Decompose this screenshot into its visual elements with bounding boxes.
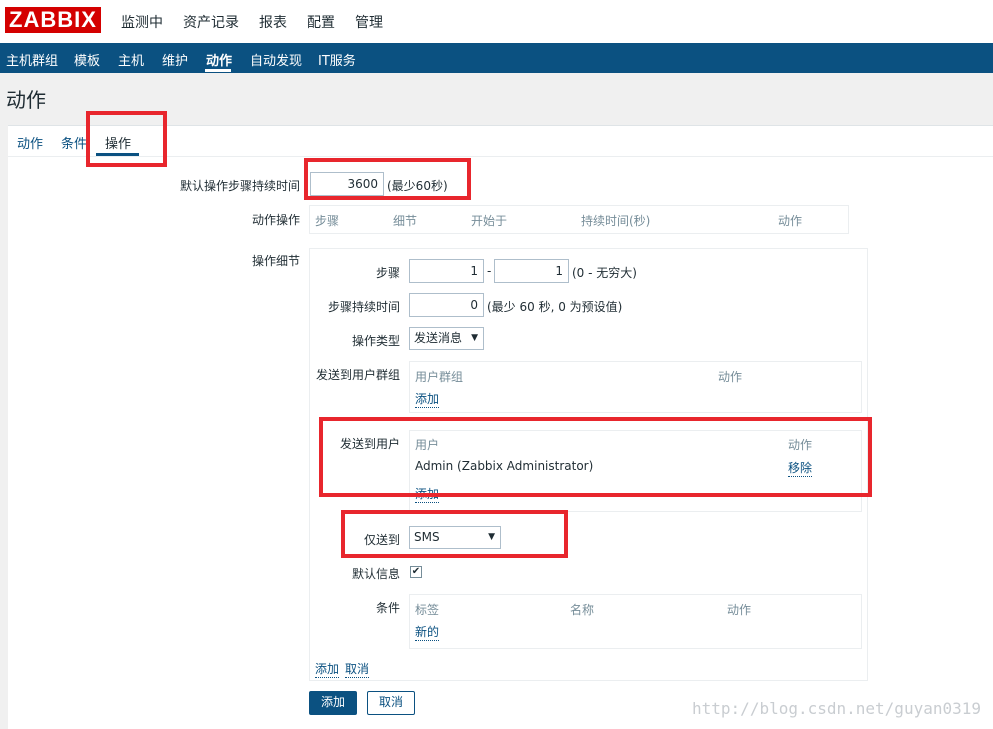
- sub-nav-bar: [0, 43, 993, 73]
- step-to-input[interactable]: 1: [494, 259, 569, 283]
- step-from-input[interactable]: 1: [409, 259, 484, 283]
- step-range-separator: -: [487, 264, 492, 278]
- ops-col-duration: 持续时间(秒): [581, 214, 651, 228]
- subnav-hosts[interactable]: 主机: [118, 50, 144, 69]
- tab-action[interactable]: 动作: [17, 133, 43, 152]
- operation-details-label: 操作细节: [251, 254, 300, 268]
- watermark-text: http://blog.csdn.net/guyan0319: [692, 699, 981, 718]
- default-message-checkbox[interactable]: ✔: [410, 566, 422, 578]
- user-groups-table: [409, 361, 862, 413]
- highlight-box-operations-tab: [86, 111, 167, 167]
- groups-col-group: 用户群组: [415, 370, 464, 384]
- subnav-maintenance[interactable]: 维护: [162, 50, 188, 69]
- default-message-label: 默认信息: [351, 567, 400, 581]
- add-user-group-link[interactable]: 添加: [415, 390, 440, 408]
- conditions-label: 条件: [375, 601, 400, 615]
- ops-col-steps: 步骤: [315, 214, 340, 228]
- zabbix-logo[interactable]: ZABBIX: [5, 7, 101, 33]
- add-button[interactable]: 添加: [309, 691, 357, 715]
- ops-col-start-in: 开始于: [471, 214, 508, 228]
- subnav-templates[interactable]: 模板: [74, 50, 100, 69]
- cancel-button[interactable]: 取消: [367, 691, 415, 715]
- checkmark-icon: ✔: [411, 566, 421, 577]
- groups-col-action: 动作: [718, 370, 743, 384]
- details-add-link[interactable]: 添加: [315, 660, 340, 678]
- steps-hint: (0 - 无穷大): [572, 266, 637, 280]
- step-duration-label: 步骤持续时间: [327, 300, 400, 314]
- details-cancel-link[interactable]: 取消: [345, 660, 370, 678]
- conditions-col-name: 名称: [570, 603, 595, 617]
- ops-col-action: 动作: [778, 214, 803, 228]
- page-title: 动作: [6, 88, 46, 112]
- subnav-host-groups[interactable]: 主机群组: [6, 50, 58, 69]
- highlight-box-send-only-to: [341, 510, 568, 558]
- conditions-col-action: 动作: [727, 603, 752, 617]
- conditions-table: [409, 594, 862, 649]
- step-duration-input[interactable]: 0: [409, 293, 484, 317]
- menu-monitoring[interactable]: 监测中: [121, 12, 163, 32]
- highlight-box-step-duration: [304, 158, 471, 200]
- operation-type-select[interactable]: 发送消息 ▼: [409, 327, 484, 350]
- default-step-duration-label: 默认操作步骤持续时间: [179, 179, 300, 193]
- subnav-discovery[interactable]: 自动发现: [250, 50, 302, 69]
- ops-col-details: 细节: [393, 214, 418, 228]
- menu-reports[interactable]: 报表: [259, 12, 287, 32]
- step-duration-hint: (最少 60 秒, 0 为预设值): [487, 300, 623, 314]
- chevron-down-icon: ▼: [471, 333, 478, 343]
- steps-label: 步骤: [375, 266, 400, 280]
- menu-administration[interactable]: 管理: [355, 12, 383, 32]
- operations-label: 动作操作: [251, 213, 300, 227]
- conditions-col-label: 标签: [415, 603, 440, 617]
- menu-configuration[interactable]: 配置: [307, 12, 335, 32]
- operation-type-value: 发送消息: [414, 331, 463, 345]
- subnav-active-indicator: [205, 69, 231, 72]
- tab-conditions[interactable]: 条件: [61, 133, 87, 152]
- new-condition-link[interactable]: 新的: [415, 623, 440, 641]
- subnav-it-services[interactable]: IT服务: [318, 50, 356, 69]
- operation-type-label: 操作类型: [351, 334, 400, 348]
- subnav-actions[interactable]: 动作: [206, 50, 232, 69]
- send-to-groups-label: 发送到用户群组: [315, 368, 400, 382]
- highlight-box-send-to-users: [319, 417, 872, 497]
- operations-table: [309, 205, 849, 234]
- menu-inventory[interactable]: 资产记录: [183, 12, 239, 32]
